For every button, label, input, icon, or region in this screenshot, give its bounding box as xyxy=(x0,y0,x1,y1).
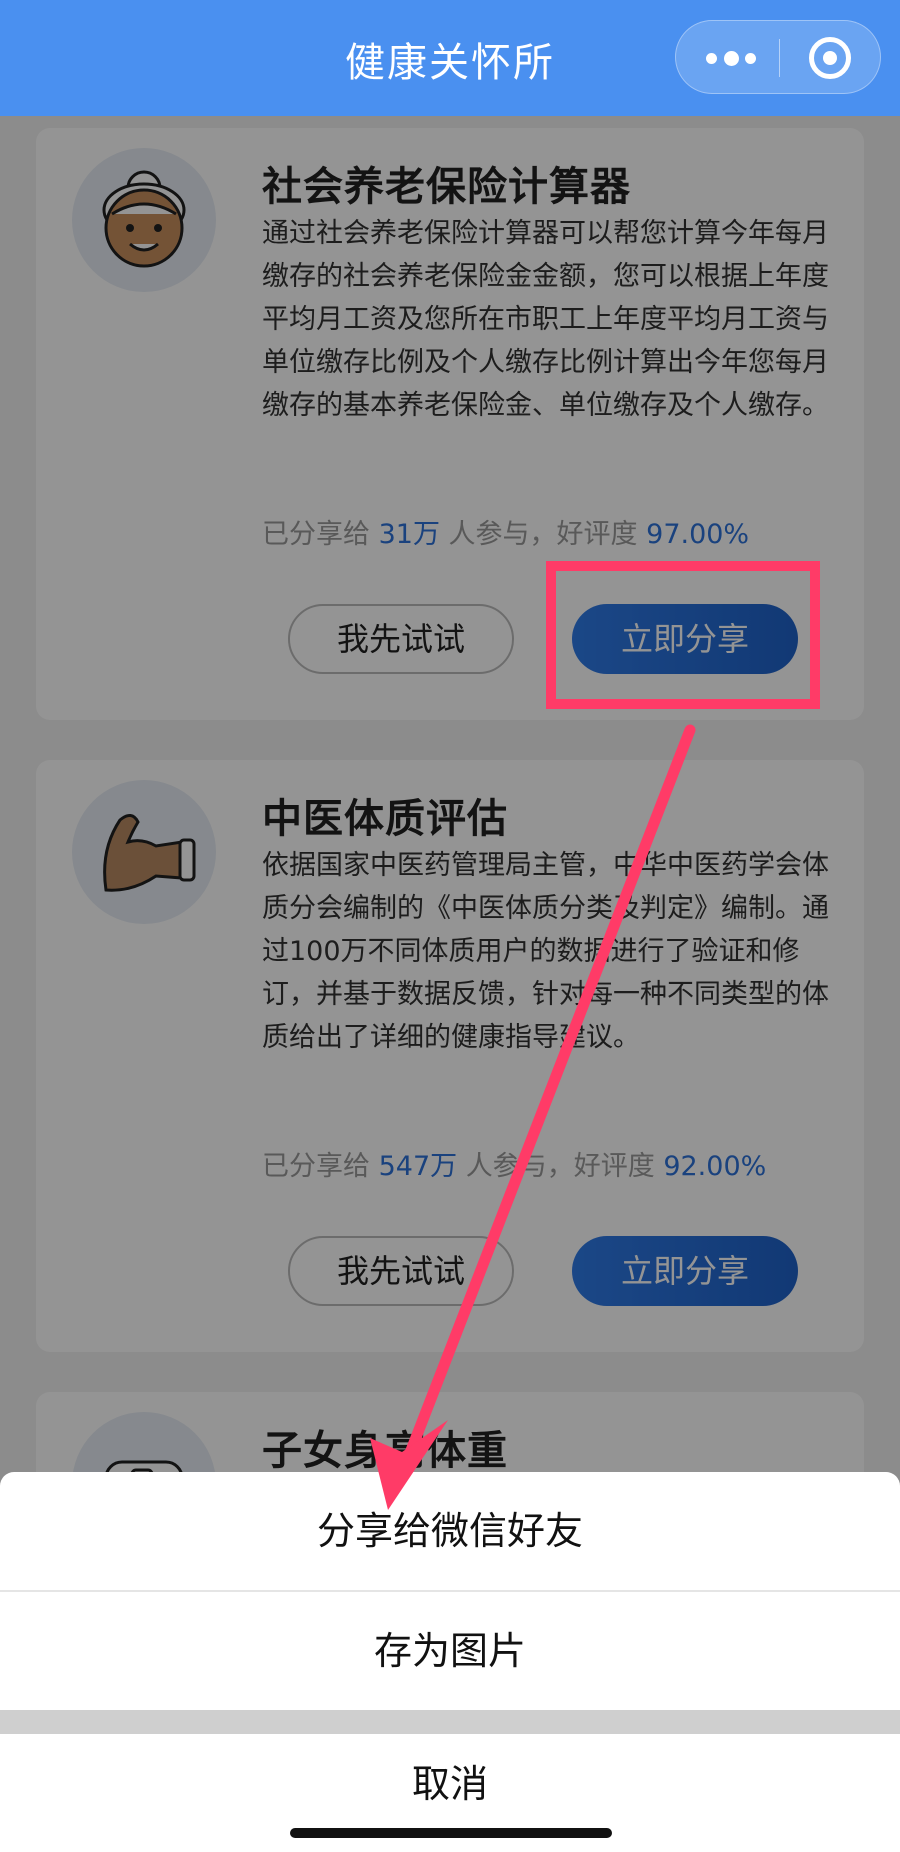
annotation-arrow-icon xyxy=(370,724,696,1510)
